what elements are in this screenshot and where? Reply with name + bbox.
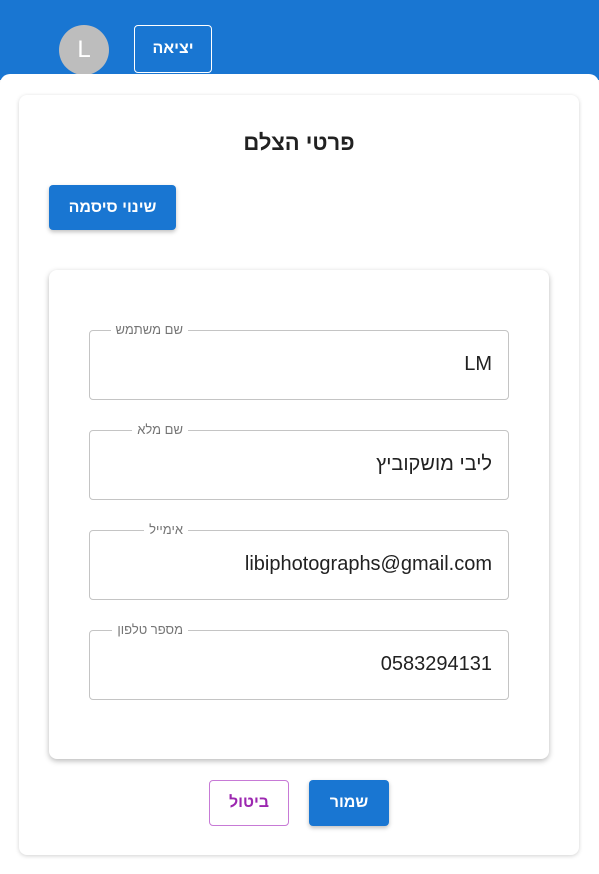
fullname-label: שם מלא <box>132 422 188 437</box>
save-button[interactable]: שמור <box>309 780 389 826</box>
logout-button[interactable]: יציאה <box>134 25 212 73</box>
fullname-value[interactable]: ליבי מושקוביץ <box>376 453 492 476</box>
cancel-button[interactable]: ביטול <box>209 780 289 826</box>
email-label: אימייל <box>144 522 188 537</box>
phone-label: מספר טלפון <box>112 622 188 637</box>
fullname-field[interactable]: שם מלא ליבי מושקוביץ <box>89 422 509 500</box>
phone-value[interactable]: 0583294131 <box>381 653 492 676</box>
page-title: פרטי הצלם <box>243 130 355 155</box>
username-field[interactable]: שם משתמש LM <box>89 322 509 400</box>
change-password-button[interactable]: שינוי סיסמה <box>49 185 176 230</box>
email-value[interactable]: libiphotographs@gmail.com <box>245 553 492 576</box>
phone-field[interactable]: מספר טלפון 0583294131 <box>89 622 509 700</box>
username-value[interactable]: LM <box>464 353 492 376</box>
username-label: שם משתמש <box>110 322 188 337</box>
email-field[interactable]: אימייל libiphotographs@gmail.com <box>89 522 509 600</box>
user-avatar[interactable]: L <box>59 25 109 75</box>
